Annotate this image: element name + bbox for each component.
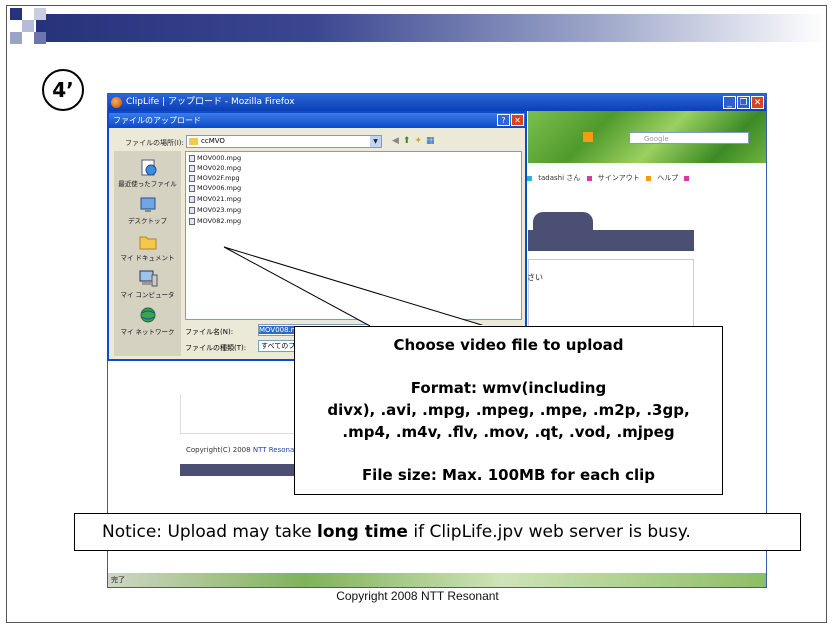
notice-suffix: if ClipLife.jpv web server is busy. (407, 522, 691, 542)
format-callout: Choose video file to upload Format: wmv(… (294, 326, 723, 495)
notice-bold: long time (317, 522, 408, 542)
slide-copyright: Copyright 2008 NTT Resonant (336, 589, 499, 603)
callout-format-line: Format: wmv(including (410, 379, 607, 397)
callout-filesize: File size: Max. 100MB for each clip (361, 466, 656, 484)
callout-heading: Choose video file to upload (393, 336, 624, 354)
callout-format-line: .mp4, .m4v, .flv, .mov, .qt, .vod, .mjpe… (342, 423, 675, 441)
notice-prefix: Notice: Upload may take (102, 522, 318, 542)
callout-format-line: divx), .avi, .mpg, .mpeg, .mpe, .m2p, .3… (327, 401, 690, 419)
notice-box: Notice: Upload may take long time if Cli… (74, 513, 801, 551)
